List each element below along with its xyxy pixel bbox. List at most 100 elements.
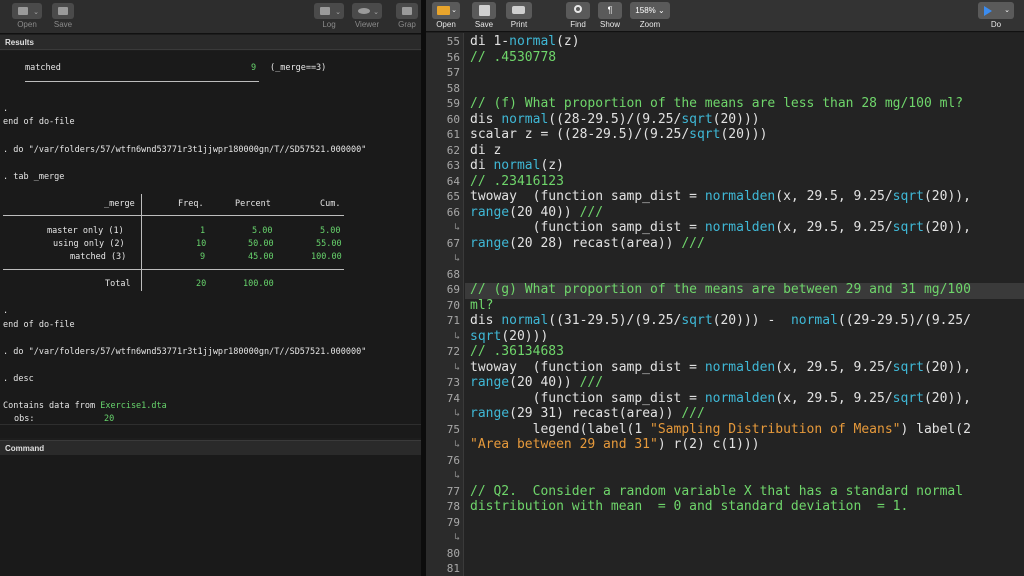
save-label: Save bbox=[474, 20, 494, 29]
code-text: (20)), bbox=[923, 220, 971, 235]
viewer-button[interactable]: ⌄ Viewer bbox=[352, 3, 382, 29]
code-text: (20 40)) bbox=[509, 375, 580, 390]
open-label: Open bbox=[17, 20, 37, 29]
code-line[interactable]: (function samp_dist = normalden(x, 29.5,… bbox=[470, 220, 971, 236]
end-of-do-file: end of do-file bbox=[3, 117, 75, 127]
zoom-value: 158% bbox=[635, 6, 656, 15]
code-line[interactable]: range(20 40)) /// bbox=[470, 375, 603, 391]
code-line[interactable]: legend(label(1 "Sampling Distribution of… bbox=[470, 422, 971, 438]
table-header-freq: Freq. bbox=[178, 199, 204, 209]
do-label: Do bbox=[990, 20, 1002, 29]
code-text: (function samp_dist = bbox=[470, 220, 705, 235]
code-comment: /// bbox=[579, 204, 604, 220]
dot-line: . bbox=[3, 306, 9, 316]
command-input[interactable] bbox=[0, 455, 421, 576]
code-text: (20)), bbox=[923, 359, 971, 375]
code-function: sqrt bbox=[681, 111, 713, 127]
code-editor[interactable]: 55 56 57 58 59 60 61 62 63 64 65 66 ↳ 67 ↳ 68 69 70 71 ↳ 72 ↳… bbox=[426, 33, 1024, 576]
graph-icon bbox=[396, 3, 418, 19]
code-text: (20)), bbox=[923, 390, 971, 406]
line-wrap-indicator: ↳ bbox=[453, 470, 460, 481]
dataset-link[interactable]: Exercise1.dta bbox=[100, 401, 167, 411]
code-line[interactable]: ml? bbox=[470, 298, 493, 314]
save-icon bbox=[52, 3, 74, 19]
code-comment: // (g) What proportion of the means are … bbox=[470, 282, 971, 297]
zoom-control[interactable]: 158% ⌄ Zoom bbox=[630, 2, 670, 29]
code-line[interactable]: scalar z = ((28-29.5)/(9.25/sqrt(20))) bbox=[470, 127, 767, 143]
code-line[interactable]: (function samp_dist = normalden(x, 29.5,… bbox=[470, 391, 971, 407]
code-function: range bbox=[470, 235, 510, 251]
row-freq: 9 bbox=[200, 252, 206, 262]
code-line[interactable]: // .4530778 bbox=[470, 50, 556, 66]
line-number: 55 bbox=[446, 35, 460, 48]
code-line[interactable]: // .23416123 bbox=[470, 174, 564, 190]
line-number: 56 bbox=[446, 50, 460, 64]
code-line[interactable]: range(29 31) recast(area)) /// bbox=[470, 406, 705, 422]
find-button[interactable]: Find bbox=[566, 2, 590, 29]
print-icon bbox=[506, 2, 532, 19]
code-line[interactable]: "Area between 29 and 31") r(2) c(1))) bbox=[470, 437, 760, 453]
code-line[interactable]: // Q2. Consider a random variable X that… bbox=[470, 484, 963, 500]
code-line[interactable]: // (f) What proportion of the means are … bbox=[470, 96, 963, 112]
code-text: (20)), bbox=[923, 189, 971, 204]
code-line[interactable]: // .36134683 bbox=[470, 344, 564, 360]
open-button[interactable]: ⌄ Open bbox=[432, 2, 460, 29]
code-line[interactable]: di z bbox=[470, 143, 501, 159]
code-line[interactable]: dis normal((28-29.5)/(9.25/sqrt(20))) bbox=[470, 112, 760, 128]
line-number: 65 bbox=[446, 190, 460, 203]
do-button[interactable]: ⌄ Do bbox=[978, 2, 1014, 29]
code-comment: /// bbox=[579, 375, 604, 390]
code-comment: // .4530778 bbox=[470, 49, 557, 65]
row-label: matched (3) bbox=[70, 252, 127, 262]
code-text: (x, 29.5, 9.25/ bbox=[775, 390, 893, 406]
results-output[interactable]: matched 9 (_merge==3) . end of do-file .… bbox=[0, 51, 421, 424]
code-line[interactable]: di normal(z) bbox=[470, 158, 564, 174]
code-function: sqrt bbox=[689, 127, 721, 142]
code-line[interactable]: distribution with mean = 0 and standard … bbox=[470, 499, 908, 515]
log-button[interactable]: ⌄ Log bbox=[314, 3, 344, 29]
line-number-gutter: 55 56 57 58 59 60 61 62 63 64 65 66 ↳ 67 ↳ 68 69 70 71 ↳ 72 ↳… bbox=[426, 33, 464, 576]
open-button[interactable]: ⌄ Open bbox=[12, 3, 42, 29]
code-function: normal bbox=[501, 313, 549, 328]
row-cum: 100.00 bbox=[311, 252, 342, 262]
zoom-select[interactable]: 158% ⌄ bbox=[630, 2, 670, 19]
line-number: 66 bbox=[446, 205, 460, 219]
open-label: Open bbox=[436, 20, 456, 29]
code-text: scalar z = ((28-29.5)/(9.25/ bbox=[470, 127, 690, 142]
results-horizontal-scrollbar[interactable] bbox=[0, 424, 421, 438]
merge-note: (_merge==3) bbox=[270, 63, 327, 73]
code-text: ((31-29.5)/(9.25/ bbox=[548, 313, 682, 328]
line-number: 72 bbox=[446, 345, 460, 358]
code-text: (20))) bbox=[720, 127, 768, 142]
merge-label: matched bbox=[25, 63, 61, 73]
log-label: Log bbox=[322, 20, 336, 29]
zoom-label: Zoom bbox=[639, 20, 661, 29]
line-number: 64 bbox=[446, 174, 460, 188]
show-button[interactable]: ¶ Show bbox=[598, 2, 622, 29]
code-line[interactable]: range(20 40)) /// bbox=[470, 205, 603, 221]
code-line[interactable]: // (g) What proportion of the means are … bbox=[470, 282, 971, 298]
tab-command: . tab _merge bbox=[3, 172, 65, 182]
graph-button[interactable]: Grap bbox=[396, 3, 418, 29]
line-wrap-indicator: ↳ bbox=[453, 439, 460, 450]
line-number: 80 bbox=[446, 546, 460, 560]
code-line[interactable]: twoway (function samp_dist = normalden(x… bbox=[470, 360, 971, 376]
code-line[interactable]: di 1-normal(z) bbox=[470, 34, 580, 50]
code-function: normalden bbox=[704, 359, 776, 375]
save-button[interactable]: Save bbox=[472, 2, 496, 29]
code-comment: /// bbox=[681, 406, 705, 421]
code-function: normal bbox=[501, 111, 549, 127]
code-function: sqrt bbox=[470, 328, 502, 344]
code-function: sqrt bbox=[892, 390, 924, 406]
row-freq: 10 bbox=[196, 239, 207, 249]
code-line[interactable]: range(20 28) recast(area)) /// bbox=[470, 236, 705, 252]
table-header-cum: Cum. bbox=[320, 199, 341, 209]
save-button[interactable]: Save bbox=[52, 3, 74, 29]
code-line[interactable]: dis normal((31-29.5)/(9.25/sqrt(20))) - … bbox=[470, 313, 971, 329]
print-button[interactable]: Print bbox=[506, 2, 532, 29]
code-function: normalden bbox=[704, 220, 776, 235]
code-string: "Area between 29 and 31" bbox=[470, 437, 658, 452]
code-line[interactable]: sqrt(20))) bbox=[470, 329, 548, 345]
code-line[interactable]: twoway (function samp_dist = normalden(x… bbox=[470, 189, 971, 205]
do-file-editor: ⌄ Open Save Print Find ¶ Show 158% ⌄ Zoo… bbox=[426, 0, 1024, 576]
